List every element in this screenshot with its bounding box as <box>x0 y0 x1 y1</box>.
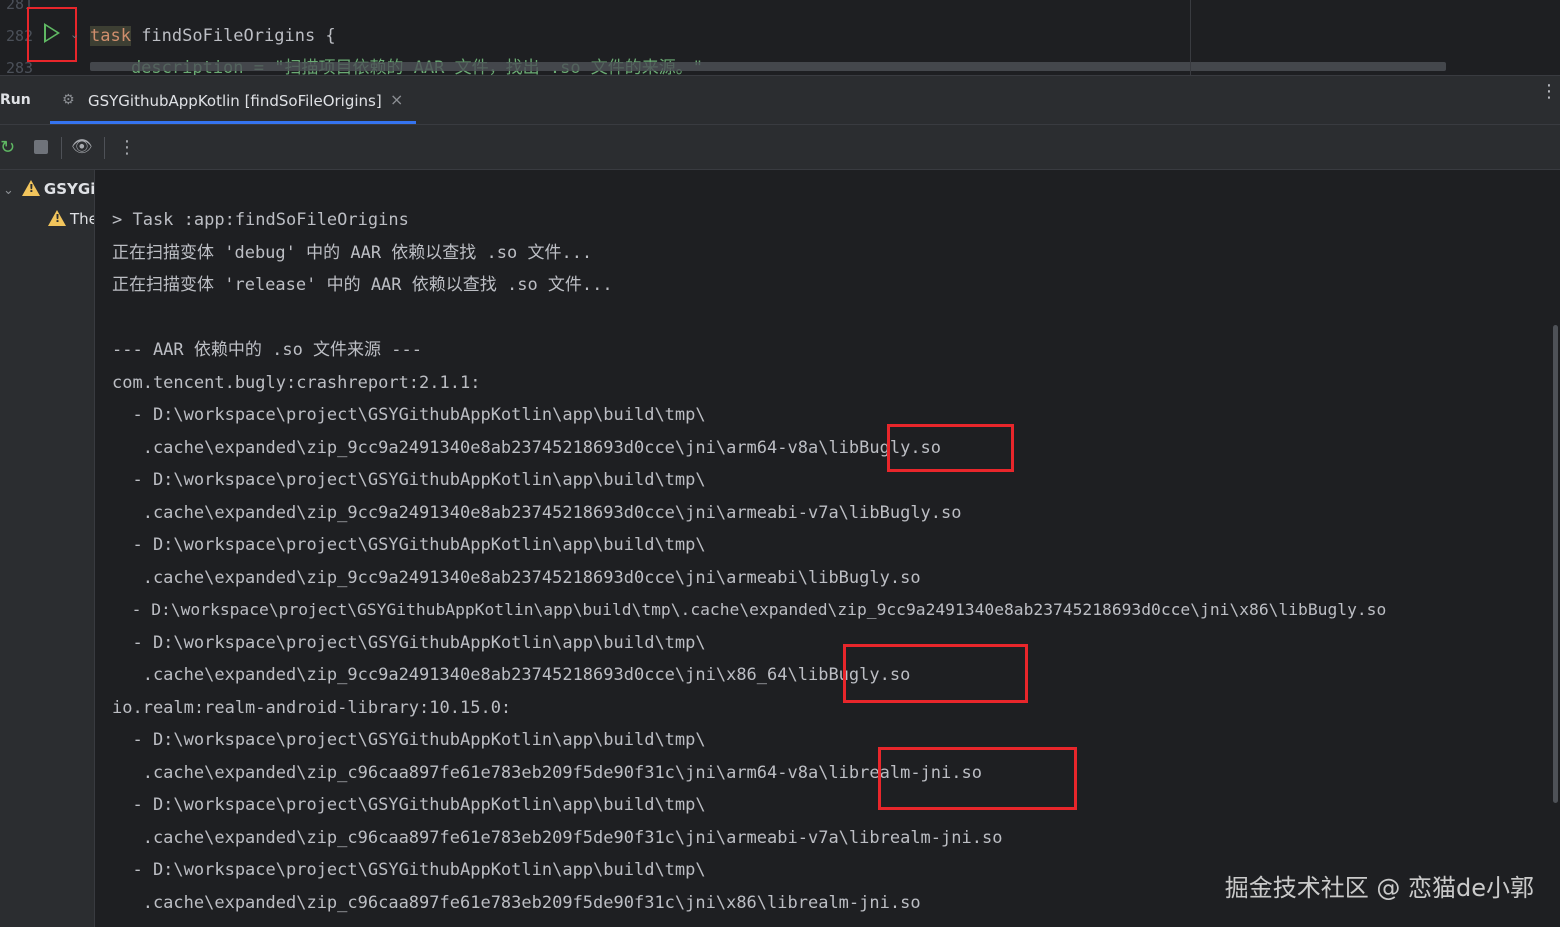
toolbar-separator <box>104 137 105 159</box>
console-line: > Task :app:findSoFileOrigins <box>112 210 409 230</box>
task-name: findSoFileOrigins { <box>130 26 336 46</box>
editor-right-margin <box>1190 0 1191 75</box>
console-line: - D:\workspace\project\GSYGithubAppKotli… <box>112 633 706 653</box>
console-line: - D:\workspace\project\GSYGithubAppKotli… <box>112 860 706 880</box>
toolbar-separator <box>61 137 62 159</box>
console-line: .cache\expanded\zip_9cc9a2491340e8ab2374… <box>112 503 962 523</box>
build-tree-panel: ⌄ GSYGi The <box>0 170 95 927</box>
console-line: - D:\workspace\project\GSYGithubAppKotli… <box>112 470 706 490</box>
console-line: - D:\workspace\project\GSYGithubAppKotli… <box>112 600 1387 619</box>
eye-icon[interactable]: 👁 <box>71 137 93 157</box>
run-toolbar: ↻ 👁 ⋮ <box>0 125 1560 170</box>
stop-icon[interactable] <box>34 140 48 154</box>
code-line-282: task findSoFileOrigins { <box>90 25 336 47</box>
console-output[interactable]: > Task :app:findSoFileOrigins 正在扫描变体 'de… <box>95 170 1560 927</box>
console-line: - D:\workspace\project\GSYGithubAppKotli… <box>112 730 706 750</box>
console-line: .cache\expanded\zip_9cc9a2491340e8ab2374… <box>112 665 911 685</box>
console-line: .cache\expanded\zip_c96caa897fe61e783eb2… <box>112 828 1003 848</box>
close-icon[interactable]: × <box>390 90 403 109</box>
console-line: com.tencent.bugly:crashreport:2.1.1: <box>112 373 481 393</box>
warning-icon <box>21 180 40 196</box>
more-options-icon[interactable]: ⋮ <box>1540 83 1558 101</box>
gradle-elephant-icon: ⚙ <box>62 92 75 108</box>
highlight-box <box>887 424 1014 472</box>
console-line: - D:\workspace\project\GSYGithubAppKotli… <box>112 535 706 555</box>
console-line: - D:\workspace\project\GSYGithubAppKotli… <box>112 405 706 425</box>
tree-item-warning[interactable]: The <box>48 210 94 228</box>
rerun-icon[interactable]: ↻ <box>0 137 15 158</box>
vertical-scrollbar[interactable] <box>1553 325 1558 803</box>
more-options-icon[interactable]: ⋮ <box>118 137 136 158</box>
warning-icon <box>48 210 66 226</box>
console-line: - D:\workspace\project\GSYGithubAppKotli… <box>112 795 706 815</box>
run-tool-window-header: Run ⚙ GSYGithubAppKotlin [findSoFileOrig… <box>0 75 1560 125</box>
console-line: .cache\expanded\zip_c96caa897fe61e783eb2… <box>112 893 921 913</box>
console-line: --- AAR 依赖中的 .so 文件来源 --- <box>112 340 422 360</box>
run-tool-window-title: Run <box>0 92 31 108</box>
tab-find-so-file-origins[interactable]: ⚙ GSYGithubAppKotlin [findSoFileOrigins]… <box>50 76 416 124</box>
fold-chevron-icon[interactable]: ⌄ <box>70 28 79 41</box>
console-line: .cache\expanded\zip_9cc9a2491340e8ab2374… <box>112 438 942 458</box>
tab-label: GSYGithubAppKotlin [findSoFileOrigins] <box>88 92 382 110</box>
console-line: io.realm:realm-android-library:10.15.0: <box>112 698 512 718</box>
chevron-down-icon[interactable]: ⌄ <box>3 183 14 198</box>
highlight-box <box>878 747 1077 810</box>
tree-root-label: GSYGi <box>43 180 95 198</box>
task-keyword: task <box>90 26 131 46</box>
watermark: 掘金技术社区 @ 恋猫de小郭 <box>1224 874 1534 902</box>
console-line: 正在扫描变体 'debug' 中的 AAR 依赖以查找 .so 文件... <box>112 243 593 263</box>
horizontal-scrollbar[interactable] <box>90 62 1446 71</box>
console-line: .cache\expanded\zip_c96caa897fe61e783eb2… <box>112 763 982 783</box>
console-line: .cache\expanded\zip_9cc9a2491340e8ab2374… <box>112 568 921 588</box>
active-tab-indicator <box>50 121 416 124</box>
highlight-box <box>843 644 1028 703</box>
tree-child-label: The <box>70 210 94 228</box>
console-line: 正在扫描变体 'release' 中的 AAR 依赖以查找 .so 文件... <box>112 275 613 295</box>
tree-item-root[interactable]: ⌄ GSYGi <box>3 180 95 198</box>
code-editor[interactable]: 281 282 283 ⌄ task findSoFileOrigins { d… <box>0 0 1560 75</box>
